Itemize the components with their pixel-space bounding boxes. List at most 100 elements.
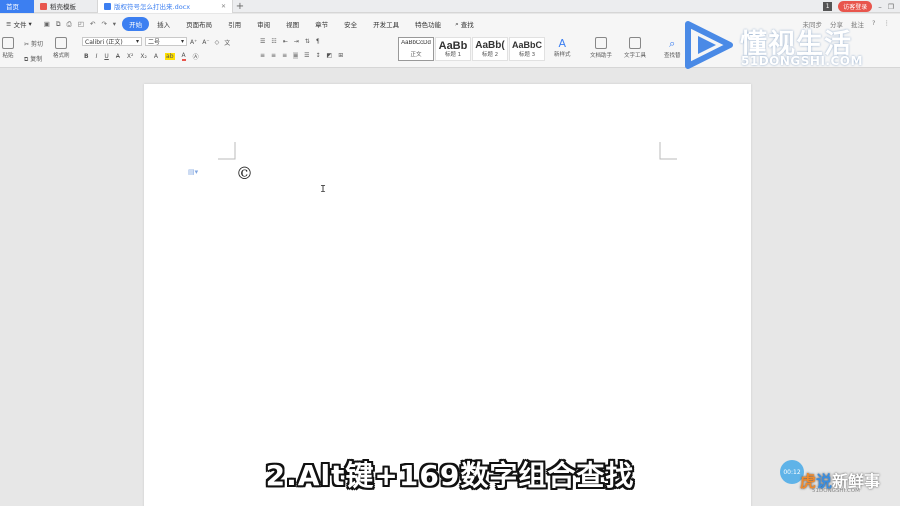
- char-border-icon[interactable]: Ⓐ: [193, 52, 199, 61]
- style-name: 标题 3: [518, 52, 536, 58]
- open-icon[interactable]: ⧉: [56, 20, 61, 29]
- paste-icon: [2, 37, 14, 49]
- document-text[interactable]: ©: [236, 164, 253, 184]
- phonetic-icon[interactable]: 文: [224, 38, 230, 47]
- wrench-icon: [629, 37, 641, 49]
- bold-icon[interactable]: B: [84, 53, 89, 60]
- sort-icon[interactable]: ⇅: [305, 38, 310, 45]
- align-center-icon[interactable]: ≡: [271, 52, 276, 59]
- subscript-icon[interactable]: X₂: [140, 53, 147, 60]
- distribute-icon[interactable]: ☰: [304, 52, 309, 59]
- copy-label: 复制: [30, 56, 43, 63]
- justify-icon[interactable]: ≡: [293, 52, 299, 59]
- style-name: 正文: [410, 52, 422, 58]
- word-doc-icon: [104, 2, 111, 10]
- undo-icon[interactable]: ↶: [90, 20, 95, 29]
- restore-icon[interactable]: ❐: [888, 3, 894, 11]
- grow-font-icon[interactable]: A⁺: [190, 39, 197, 46]
- hamburger-icon: ≡: [6, 20, 12, 28]
- logo-domain: 51DONGSHI.COM: [741, 54, 863, 68]
- menu-insert[interactable]: 插入: [149, 17, 178, 31]
- minimize-icon[interactable]: –: [878, 3, 882, 11]
- preview-icon[interactable]: ◰: [78, 20, 84, 29]
- strikethrough-icon[interactable]: A̶: [116, 53, 120, 60]
- menu-home[interactable]: 开始: [122, 17, 150, 31]
- count-badge[interactable]: 1: [823, 2, 833, 11]
- template-icon: [40, 2, 47, 10]
- align-right-icon[interactable]: ≡: [282, 52, 287, 59]
- style-sample: AaBb: [438, 40, 468, 50]
- align-left-icon[interactable]: ≡: [260, 52, 265, 59]
- print-icon[interactable]: ⎙: [67, 20, 72, 29]
- paragraph-handle-icon[interactable]: ▤▾: [188, 168, 198, 176]
- search-command[interactable]: ⌕ 查找: [449, 19, 480, 30]
- font-size-select[interactable]: 二号 ▾: [145, 37, 187, 46]
- menu-view[interactable]: 视图: [278, 17, 307, 31]
- doc-assistant-icon: [595, 37, 607, 49]
- menu-section[interactable]: 章节: [307, 17, 336, 31]
- tab-home[interactable]: 首页: [0, 0, 34, 13]
- style-heading-3[interactable]: AaBbC 标题 3: [509, 37, 545, 61]
- dropdown-icon[interactable]: ▾: [113, 20, 116, 29]
- new-tab-icon[interactable]: +: [233, 1, 247, 12]
- text-effect-icon[interactable]: A: [154, 53, 158, 60]
- line-spacing-icon[interactable]: ↕: [316, 52, 321, 59]
- border-icon[interactable]: ⊞: [338, 52, 343, 59]
- text-tools-button[interactable]: 文字工具: [624, 37, 646, 59]
- tab-template[interactable]: 稻壳模板: [34, 0, 98, 13]
- tab-document[interactable]: 版权符号怎么打出来.docx ✕: [98, 0, 233, 13]
- file-menu[interactable]: ≡ 文件 ▾: [0, 19, 38, 29]
- shading-icon[interactable]: ◩: [327, 52, 333, 59]
- bullet-list-icon[interactable]: ☰: [260, 38, 265, 45]
- new-style-icon: A: [558, 37, 567, 50]
- menu-layout[interactable]: 页面布局: [178, 17, 220, 31]
- doc-assistant-label: 文档助手: [590, 53, 613, 59]
- style-sample: AaBbC: [511, 40, 542, 50]
- document-page[interactable]: ▤▾ © I: [144, 84, 751, 506]
- menu-review[interactable]: 审阅: [249, 17, 278, 31]
- format-painter-label: 格式刷: [53, 53, 70, 59]
- find-replace-button[interactable]: ⌕ 查找替: [664, 37, 681, 59]
- save-icon[interactable]: ▣: [44, 20, 50, 29]
- indent-icon[interactable]: ⇥: [294, 38, 299, 45]
- tab-document-label: 版权符号怎么打出来.docx: [114, 3, 191, 11]
- style-name: 标题 1: [444, 52, 462, 58]
- font-color-icon[interactable]: A: [181, 52, 186, 61]
- superscript-icon[interactable]: X²: [127, 53, 134, 60]
- login-button[interactable]: 访客登录: [838, 1, 873, 12]
- menu-references[interactable]: 引用: [220, 17, 249, 31]
- style-normal[interactable]: AaBbCcDd 正文: [398, 37, 434, 61]
- new-style-button[interactable]: A 新样式: [554, 37, 571, 58]
- window-controls: 1 访客登录 – ❐: [823, 0, 900, 13]
- show-marks-icon[interactable]: ¶: [316, 38, 320, 45]
- cut-button[interactable]: ✂ 剪切: [24, 39, 43, 48]
- paragraph-tools-top: ☰ ☷ ⇤ ⇥ ⇅ ¶: [260, 38, 320, 45]
- copy-button[interactable]: ⧉ 复制: [24, 54, 42, 64]
- underline-icon[interactable]: U: [104, 53, 108, 60]
- chevron-down-icon: ▾: [135, 38, 139, 45]
- number-list-icon[interactable]: ☷: [271, 38, 276, 45]
- brand-domain: 51DONGSHI.COM: [812, 488, 860, 494]
- paste-label: 粘贴: [2, 53, 14, 59]
- style-sample: AaBb(: [475, 40, 505, 50]
- search-icon: ⌕: [455, 19, 459, 28]
- redo-icon[interactable]: ↷: [101, 20, 106, 29]
- italic-icon[interactable]: I: [96, 53, 98, 60]
- style-gallery: AaBbCcDd 正文 AaBb 标题 1 AaBb( 标题 2 AaBbC 标…: [398, 37, 545, 61]
- menu-developer[interactable]: 开发工具: [365, 17, 407, 31]
- font-name-select[interactable]: Calibri (正文) ▾: [82, 37, 142, 46]
- paste-button[interactable]: 粘贴: [2, 37, 14, 59]
- format-painter-button[interactable]: 格式刷: [53, 37, 70, 59]
- clear-format-icon[interactable]: ◇: [215, 39, 220, 46]
- menu-features[interactable]: 特色功能: [407, 17, 449, 31]
- outdent-icon[interactable]: ⇤: [283, 38, 288, 45]
- style-heading-1[interactable]: AaBb 标题 1: [435, 37, 471, 61]
- shrink-font-icon[interactable]: A⁻: [202, 39, 209, 46]
- watermark-bottom: 00:12 虎说新鲜事 51DONGSHI.COM: [780, 458, 896, 498]
- style-heading-2[interactable]: AaBb( 标题 2: [472, 37, 508, 61]
- tab-close-icon[interactable]: ✕: [221, 3, 226, 10]
- chevron-down-icon: ▾: [180, 38, 184, 45]
- doc-assistant-button[interactable]: 文档助手: [590, 37, 612, 59]
- highlight-icon[interactable]: ab: [165, 53, 175, 60]
- menu-security[interactable]: 安全: [336, 17, 365, 31]
